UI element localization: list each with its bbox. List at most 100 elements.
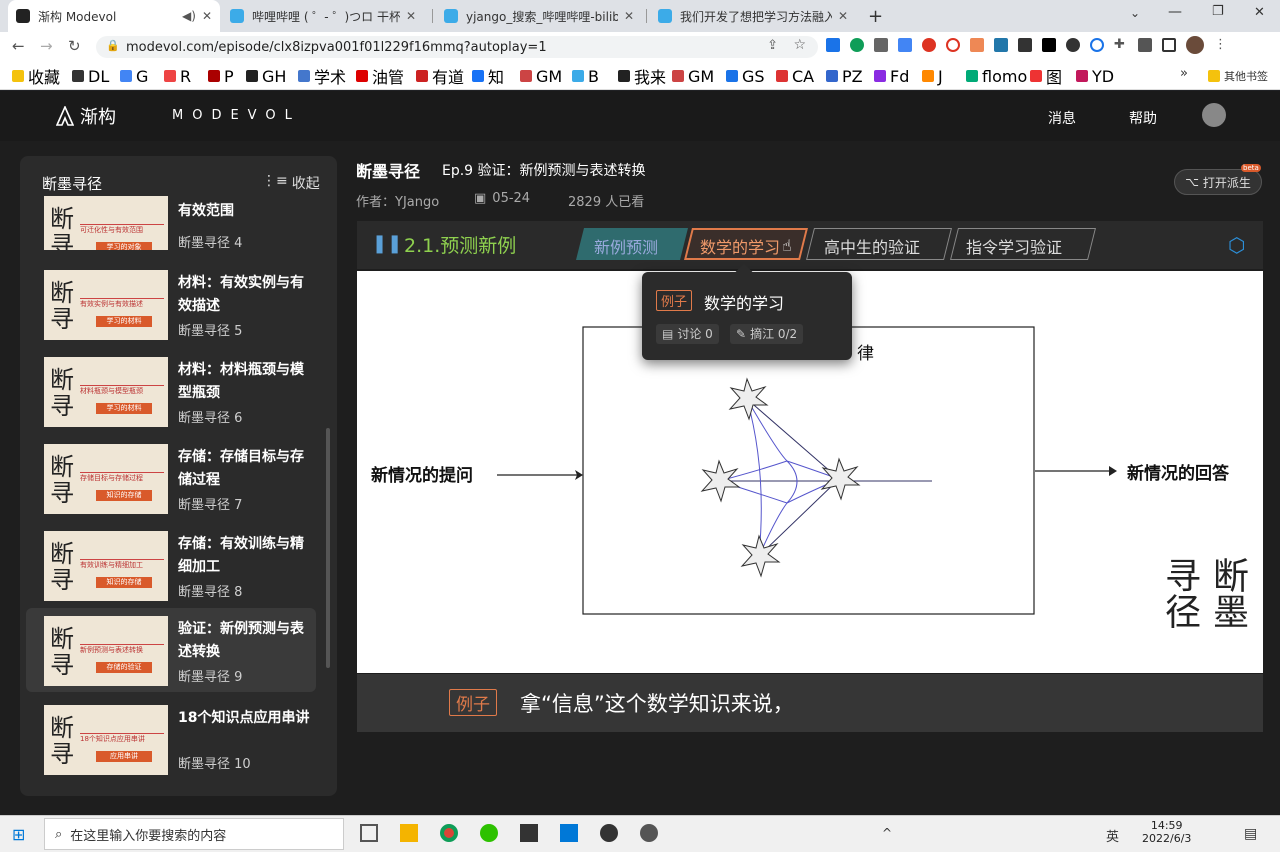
bookmark-item[interactable]: GH <box>246 67 286 86</box>
browser-tab[interactable]: 渐构 Modevol ◀) ✕ <box>8 0 220 32</box>
close-tab-icon[interactable]: ✕ <box>838 9 848 23</box>
episode-item[interactable]: 断寻 18个知识点应用串讲 应用串讲 18个知识点应用串讲 断墨寻径 10 <box>26 697 316 781</box>
bookmark-star-icon[interactable]: ☆ <box>793 37 806 53</box>
episode-item[interactable]: 断寻 可迁化性与有效范围 学习的对象 有效范围 断墨寻径 4 <box>26 196 316 262</box>
vscode-icon[interactable] <box>560 824 578 842</box>
extension-icon[interactable] <box>1018 38 1032 52</box>
extension-icon[interactable] <box>1090 38 1104 52</box>
translate-icon[interactable] <box>994 38 1008 52</box>
address-bar[interactable]: 🔒 modevol.com/episode/clx8izpva001f01l22… <box>96 36 818 58</box>
nav-messages[interactable]: 消息 <box>1048 108 1076 128</box>
hexagon-settings-icon[interactable]: ⬡ <box>1228 233 1245 257</box>
share-icon[interactable]: ⇪ <box>767 38 778 53</box>
extension-icon[interactable] <box>826 38 840 52</box>
terminal-icon[interactable] <box>520 824 538 842</box>
tooltip-excerpt[interactable]: ✎ 摘江 0/2 <box>730 324 804 344</box>
wechat-icon[interactable] <box>480 824 498 842</box>
bookmark-item[interactable]: 我来 <box>618 67 666 87</box>
episode-item[interactable]: 断寻 存储目标与存储过程 知识的存储 存储：存储目标与存储过程 断墨寻径 7 <box>26 436 316 520</box>
puzzle-icon[interactable]: ✚ <box>1114 38 1128 52</box>
speaker-icon[interactable]: ◀) <box>182 9 196 23</box>
nav-help[interactable]: 帮助 <box>1129 108 1157 128</box>
bookmark-item[interactable]: 图 <box>1030 67 1062 87</box>
open-derivative-button[interactable]: ⌥ 打开派生 <box>1174 169 1262 195</box>
extension-icon[interactable] <box>1042 38 1056 52</box>
reading-list-icon[interactable] <box>1138 38 1152 52</box>
adblock-icon[interactable] <box>922 38 936 52</box>
task-view-icon[interactable] <box>360 824 378 842</box>
extension-icon[interactable] <box>874 38 888 52</box>
notification-icon[interactable]: ▤ <box>1244 826 1257 842</box>
restore-icon[interactable]: ❐ <box>1212 4 1224 19</box>
bookmark-item[interactable]: 学术 <box>298 67 346 87</box>
windows-start-icon[interactable]: ⊞ <box>12 825 25 844</box>
sidebar-scrollbar[interactable] <box>326 428 330 668</box>
bookmark-item[interactable]: GM <box>520 67 562 86</box>
episode-item[interactable]: 断寻 材料瓶颈与模型瓶颈 学习的材料 材料：材料瓶颈与模型瓶颈 断墨寻径 6 <box>26 349 316 433</box>
extension-icon[interactable] <box>898 38 912 52</box>
collapse-icon: ⋮≡ <box>262 173 288 189</box>
close-tab-icon[interactable]: ✕ <box>202 9 212 23</box>
block-icon[interactable] <box>946 38 960 52</box>
taskbar-search[interactable]: ⌕ 在这里输入你要搜索的内容 <box>44 818 344 850</box>
bookmark-item[interactable]: 油管 <box>356 67 404 87</box>
site-logo[interactable]: 渐构 <box>56 103 116 129</box>
bookmark-item[interactable]: 收藏 <box>12 67 60 87</box>
chapter-tab-1[interactable]: 新例预测 <box>594 234 658 258</box>
bookmark-item[interactable]: 知 <box>472 67 504 87</box>
bookmark-item[interactable]: J <box>922 67 943 86</box>
bookmark-item[interactable]: DL <box>72 67 109 86</box>
episode-item[interactable]: 断寻 有效实例与有效描述 学习的材料 材料：有效实例与有效描述 断墨寻径 5 <box>26 262 316 346</box>
bookmark-item[interactable]: flomo <box>966 67 1027 86</box>
chapter-tab-3[interactable]: 高中生的验证 <box>824 234 920 258</box>
bookmark-item[interactable]: GS <box>726 67 765 86</box>
bookmark-item[interactable]: R <box>164 67 191 86</box>
extension-icon[interactable] <box>1066 38 1080 52</box>
tab-search-icon[interactable]: ⌄ <box>1130 6 1140 20</box>
app-icon[interactable] <box>640 824 658 842</box>
file-explorer-icon[interactable] <box>400 824 418 842</box>
other-bookmarks[interactable]: 其他书签 <box>1208 67 1268 85</box>
close-tab-icon[interactable]: ✕ <box>406 9 416 23</box>
user-avatar[interactable] <box>1202 103 1226 127</box>
extension-icon[interactable] <box>970 38 984 52</box>
bookmark-item[interactable]: YD <box>1076 67 1114 86</box>
chrome-icon[interactable] <box>440 824 458 842</box>
chapter-tab-4[interactable]: 指令学习验证 <box>966 234 1062 258</box>
bookmark-favicon-icon <box>12 70 24 82</box>
browser-tab[interactable]: 我们开发了想把学习方法融入播放 ✕ <box>650 0 856 32</box>
new-tab-button[interactable]: + <box>868 6 883 27</box>
app-icon[interactable] <box>600 824 618 842</box>
bookmark-item[interactable]: B <box>572 67 599 86</box>
minimize-icon[interactable]: — <box>1168 4 1182 20</box>
tooltip-discuss[interactable]: ▤ 讨论 0 <box>656 324 719 344</box>
reload-icon[interactable]: ↻ <box>68 37 81 55</box>
bookmark-item[interactable]: GM <box>672 67 714 86</box>
episode-item[interactable]: 断寻 新例预测与表述转换 存储的验证 验证：新例预测与表述转换 断墨寻径 9 <box>26 608 316 692</box>
side-panel-icon[interactable] <box>1162 38 1176 52</box>
bookmark-item[interactable]: G <box>120 67 148 86</box>
collapse-button[interactable]: ⋮≡ 收起 <box>262 173 320 193</box>
clock[interactable]: 14:59 2022/6/3 <box>1142 819 1191 845</box>
browser-tab[interactable]: 哔哩哔哩 ( ゜- ゜)つロ 干杯~-bili ✕ <box>222 0 424 32</box>
search-icon: ⌕ <box>55 826 63 842</box>
pause-icon[interactable]: ❚❚ <box>372 233 402 254</box>
bookmark-item[interactable]: Fd <box>874 67 909 86</box>
bookmark-item[interactable]: PZ <box>826 67 863 86</box>
profile-avatar[interactable] <box>1186 36 1204 54</box>
menu-icon[interactable]: ⋮ <box>1214 38 1227 52</box>
back-icon[interactable]: ← <box>12 37 25 55</box>
browser-tab[interactable]: yjango_搜索_哔哩哔哩-bilibili ✕ <box>436 0 642 32</box>
close-window-icon[interactable]: ✕ <box>1254 5 1265 20</box>
tray-chevron-icon[interactable]: ^ <box>882 826 892 840</box>
extension-icon[interactable] <box>850 38 864 52</box>
bookmark-item[interactable]: P <box>208 67 234 86</box>
ime-indicator[interactable]: 英 <box>1106 826 1119 845</box>
bookmark-item[interactable]: 有道 <box>416 67 464 87</box>
more-bookmarks[interactable]: » <box>1180 66 1188 81</box>
close-tab-icon[interactable]: ✕ <box>624 9 634 23</box>
forward-icon[interactable]: → <box>40 37 53 55</box>
bookmark-item[interactable]: CA <box>776 67 814 86</box>
episode-item[interactable]: 断寻 有效训练与精细加工 知识的存储 存储：有效训练与精细加工 断墨寻径 8 <box>26 523 316 607</box>
chapter-tab-2[interactable]: 数学的学习 <box>700 234 780 258</box>
